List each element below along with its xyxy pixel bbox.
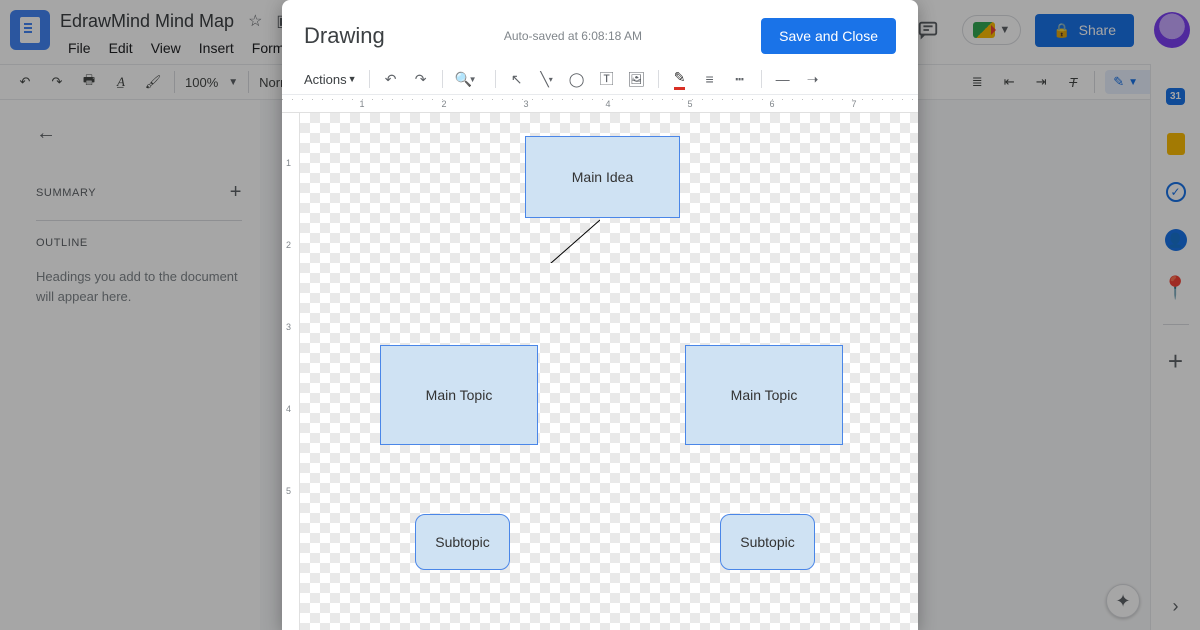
textbox-tool-icon[interactable]: 🅃	[598, 70, 616, 88]
shape-subtopic-right[interactable]: Subtopic	[720, 514, 815, 570]
line-weight-icon[interactable]: ≡	[701, 70, 719, 88]
select-tool-icon[interactable]: ↖	[508, 70, 526, 88]
autosave-status: Auto-saved at 6:08:18 AM	[385, 29, 761, 43]
fill-color-icon[interactable]: ✎	[671, 70, 689, 88]
image-tool-icon[interactable]: 🖼	[628, 70, 646, 88]
line-dash-icon[interactable]: ┅	[731, 70, 749, 88]
modal-title: Drawing	[304, 23, 385, 49]
shape-tool-icon[interactable]: ◯	[568, 70, 586, 88]
shape-main-topic-right[interactable]: Main Topic	[685, 345, 843, 445]
shape-subtopic-left[interactable]: Subtopic	[415, 514, 510, 570]
line-tool-icon[interactable]: ╲▾	[538, 70, 556, 88]
vertical-ruler: 12345	[282, 113, 300, 630]
save-and-close-button[interactable]: Save and Close	[761, 18, 896, 54]
zoom-icon[interactable]: 🔍▼	[455, 70, 473, 88]
horizontal-ruler: 1234567	[282, 95, 918, 113]
drawing-modal: Drawing Auto-saved at 6:08:18 AM Save an…	[282, 0, 918, 630]
undo-icon[interactable]: ↶	[382, 70, 400, 88]
actions-menu[interactable]: Actions▼	[304, 72, 357, 87]
redo-icon[interactable]: ↷	[412, 70, 430, 88]
line-end-icon[interactable]: ➝	[804, 70, 822, 88]
drawing-toolbar: Actions▼ ↶ ↷ 🔍▼ ↖ ╲▾ ◯ 🅃 🖼 ✎ ≡ ┅ — ➝	[282, 66, 918, 95]
shape-main-topic-left[interactable]: Main Topic	[380, 345, 538, 445]
drawing-canvas[interactable]: Main Idea Main Topic Main Topic Subtopic…	[300, 113, 918, 630]
shape-main-idea[interactable]: Main Idea	[525, 136, 680, 218]
line-start-icon[interactable]: —	[774, 70, 792, 88]
